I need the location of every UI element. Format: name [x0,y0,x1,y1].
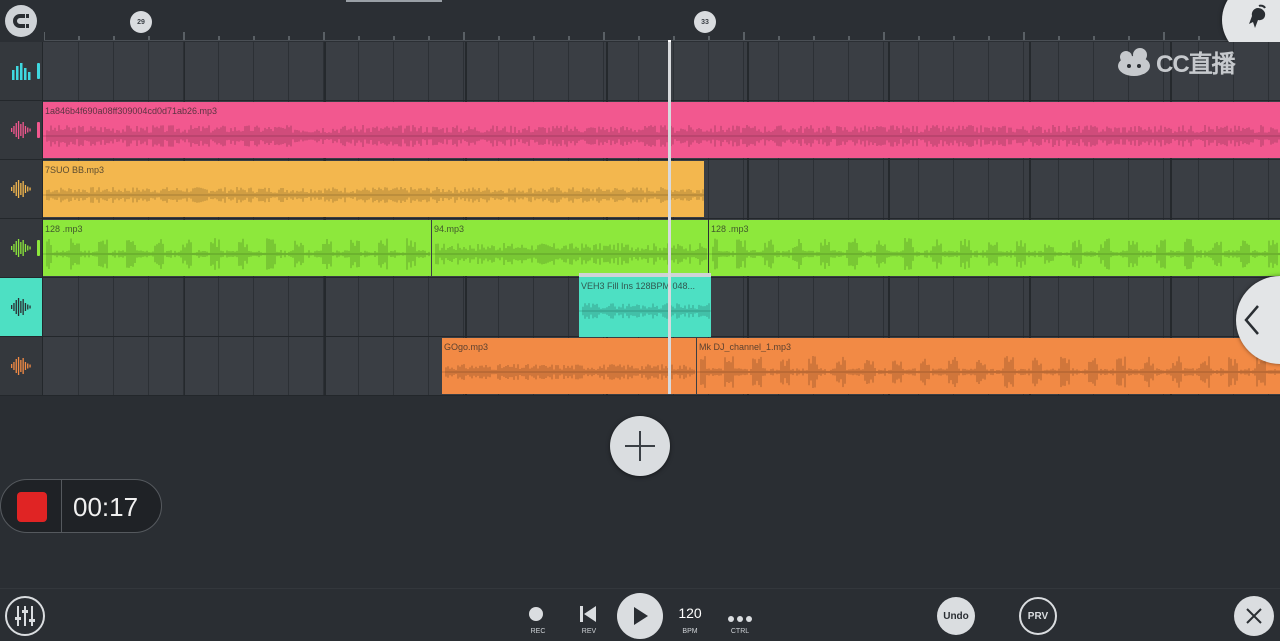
undo-button[interactable]: Undo [937,597,975,635]
clip-waveform [697,356,1280,388]
bpm-caption: BPM [682,628,698,635]
clip-waveform [43,187,704,203]
track-color-indicator [37,63,40,79]
bar-marker-29[interactable]: 29 [130,11,152,33]
rev-caption: REV [581,628,597,635]
ruler-baseline [44,40,1280,41]
track-header-6[interactable] [0,337,43,395]
more-options-button[interactable] [727,610,753,622]
track-row-3[interactable]: 7SUO BB.mp3 [0,160,1280,219]
clip-label: GOgo.mp3 [444,342,489,352]
clip-waveform [709,238,1280,270]
audio-clip[interactable]: 7SUO BB.mp3 [43,161,704,217]
track-header-1[interactable] [0,42,43,100]
track-header-5[interactable] [0,278,43,336]
stop-recording-button[interactable] [17,492,47,522]
waveform-icon [11,180,31,198]
clip-waveform [43,238,431,270]
preview-button[interactable]: PRV [1019,597,1057,635]
bar-marker-33[interactable]: 33 [694,11,716,33]
tempo-value[interactable]: 120 [670,605,710,621]
waveform-icon [11,298,31,316]
ctrl-caption: CTRL [730,628,750,635]
watermark-text: CC直播 [1156,51,1236,78]
rewind-button[interactable] [578,605,598,623]
close-icon [1246,608,1262,624]
track-row-2[interactable]: 1a846b4f690a08ff309004cd0d71ab26.mp3 [0,101,1280,160]
track-header-2[interactable] [0,101,43,159]
track-row-1[interactable] [0,42,1280,101]
clip-waveform [442,364,696,380]
divider [61,480,62,532]
skip-back-icon [580,606,596,622]
close-button[interactable] [1234,596,1274,636]
track-row-4[interactable]: 128 .mp3 94.mp3 128 .mp3 [0,219,1280,278]
magnet-icon [13,14,29,28]
clip-label: 7SUO BB.mp3 [45,165,105,175]
playlist-track-area[interactable]: 1a846b4f690a08ff309004cd0d71ab26.mp3 7SU… [0,42,1280,396]
waveform-icon [11,121,31,139]
waveform-icon [11,239,31,257]
recording-panel: 00:17 [0,479,162,533]
clip-label: 128 .mp3 [45,224,83,234]
clip-label: 94.mp3 [434,224,465,234]
clip-label: 128 .mp3 [711,224,749,234]
clip-waveform [43,125,1280,147]
clip-label: Mk DJ_channel_1.mp3 [699,342,792,352]
transport-bar: REC REV 120 BPM CTRL Undo PRV [0,588,1280,641]
mixer-button[interactable] [5,596,45,636]
fl-studio-mobile-app: 29 33 1a846b4f690a08ff309004cd0d71ab26.m… [0,0,1280,641]
snap-magnet-button[interactable] [5,5,37,37]
add-track-button[interactable] [610,416,670,476]
clip-waveform [579,303,711,319]
track-header-4[interactable] [0,219,43,277]
audio-clip[interactable]: GOgo.mp3 [442,338,696,394]
fruit-logo-icon [1249,4,1266,28]
chevron-left-icon [1244,305,1259,335]
audio-clip[interactable]: Mk DJ_channel_1.mp3 [697,338,1280,394]
audio-clip-selected[interactable]: VEH3 Fill Ins 128BPM 048... [579,273,711,341]
ellipsis-icon [728,616,752,622]
audio-clip[interactable]: 128 .mp3 [709,220,1280,276]
equalizer-icon [12,63,31,80]
watermark: CC直播 [1116,44,1236,79]
audio-clip[interactable]: 128 .mp3 [43,220,431,276]
plus-icon [625,431,655,461]
track-color-indicator [37,122,40,138]
clip-label: 1a846b4f690a08ff309004cd0d71ab26.mp3 [45,106,217,116]
timeline-ruler[interactable]: 29 33 [0,0,1280,42]
recording-timer: 00:17 [73,492,139,522]
ruler-ticks [44,32,1270,40]
audio-clip[interactable]: 1a846b4f690a08ff309004cd0d71ab26.mp3 [43,102,1280,158]
play-icon [634,607,648,625]
cloud-mascot-icon [1118,47,1150,76]
track-row-5[interactable]: VEH3 Fill Ins 128BPM 048... [0,273,1280,341]
waveform-icon [11,357,31,375]
clip-label: VEH3 Fill Ins 128BPM 048... [581,281,696,291]
track-header-3[interactable] [0,160,43,218]
mixer-sliders-icon [15,606,35,626]
track-color-indicator [37,240,40,256]
playhead[interactable] [668,42,671,394]
record-button[interactable] [529,607,543,621]
clip-waveform [432,243,708,265]
audio-clip[interactable]: 94.mp3 [432,220,708,276]
track-row-6[interactable]: GOgo.mp3 Mk DJ_channel_1.mp3 [0,337,1280,396]
rec-caption: REC [530,628,546,635]
play-button[interactable] [617,593,663,639]
